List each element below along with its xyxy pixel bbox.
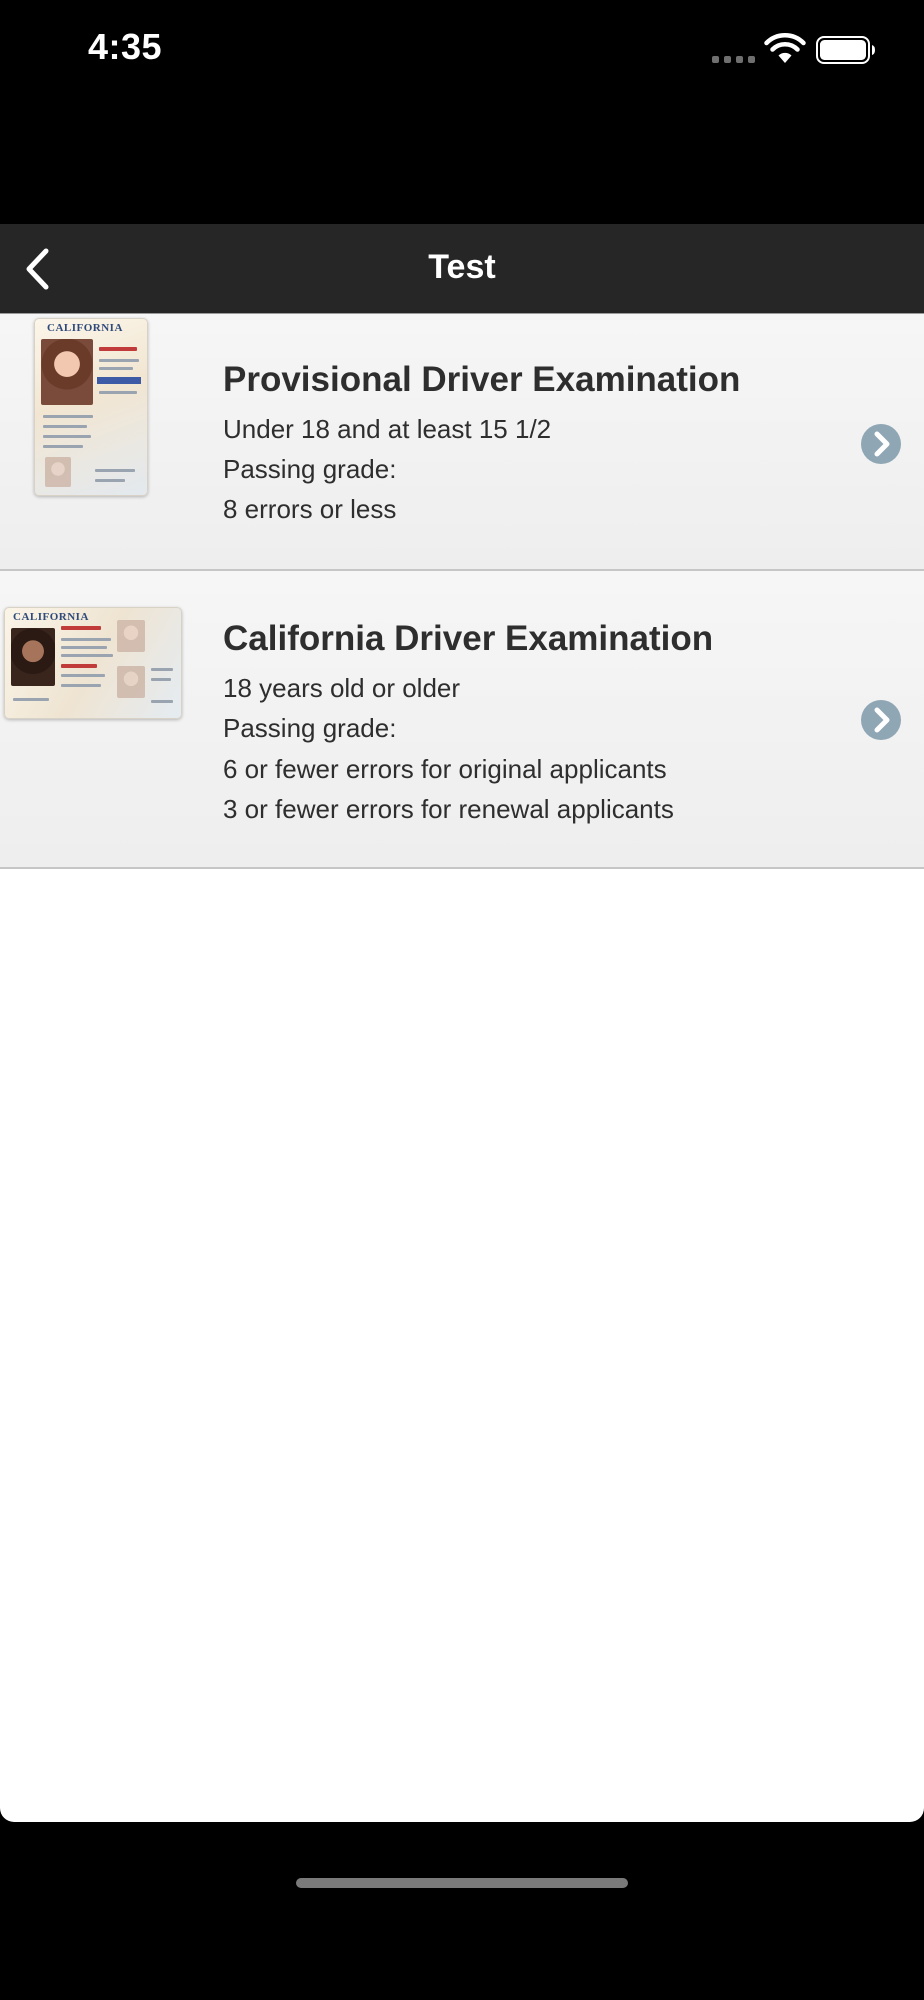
navigation-bar: Test [0,224,924,314]
chevron-right-circle-icon[interactable] [860,699,902,741]
license-state-label: CALIFORNIA [13,611,89,623]
item-detail: Passing grade: [223,454,397,484]
license-state-label: CALIFORNIA [47,322,123,334]
status-time: 4:35 [88,26,163,67]
license-photo [41,339,93,405]
chevron-right-circle-icon[interactable] [860,423,902,465]
item-detail: Passing grade: [223,713,397,743]
wifi-icon [764,33,806,63]
battery-icon [816,36,875,64]
item-detail: 18 years old or older [223,673,461,703]
provisional-license-thumbnail: CALIFORNIA [34,318,148,496]
item-title: Provisional Driver Examination [223,360,741,399]
item-detail: 8 errors or less [223,494,397,524]
test-list: CALIFORNIA Provisional Driver Examinatio… [0,314,924,1822]
item-title: California Driver Examination [223,619,714,658]
license-photo [11,628,55,686]
home-indicator[interactable] [296,1878,628,1888]
item-detail: 3 or fewer errors for renewal applicants [223,794,674,824]
item-detail: 6 or fewer errors for original applicant… [223,754,667,784]
status-bar: 4:35 [0,0,924,100]
item-detail: Under 18 and at least 15 1/2 [223,414,552,444]
page-title: Test [428,248,496,286]
list-item-provisional-exam[interactable]: CALIFORNIA Provisional Driver Examinatio… [0,314,924,571]
cellular-signal-icon [712,56,755,63]
list-item-california-exam[interactable]: CALIFORNIA California Driver Examination… [0,571,924,869]
california-license-thumbnail: CALIFORNIA [4,607,182,719]
